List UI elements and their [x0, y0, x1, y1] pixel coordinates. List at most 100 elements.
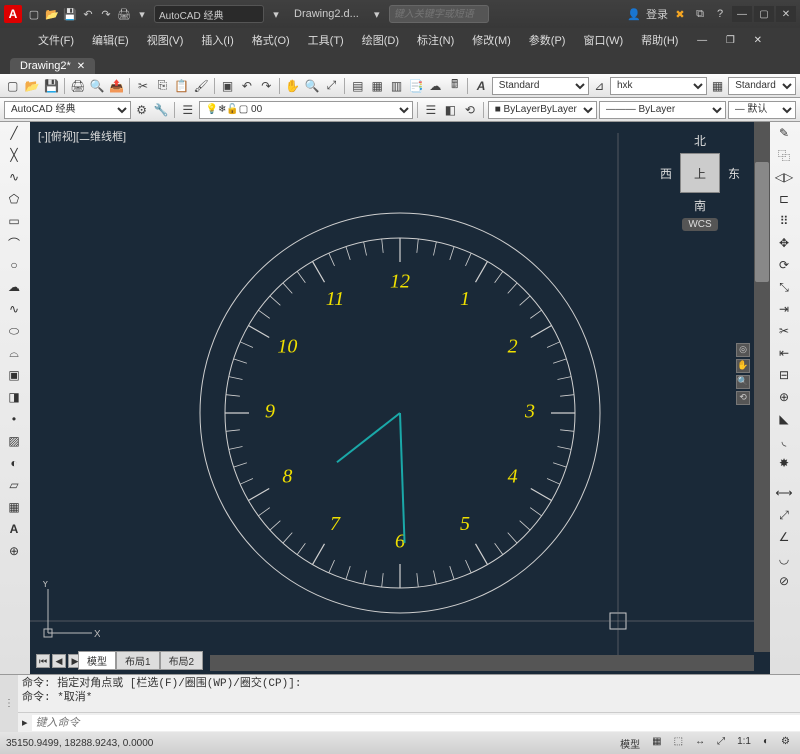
nav-wheel-icon[interactable]: ◎ — [736, 343, 750, 357]
markup-icon[interactable]: ☁ — [427, 77, 444, 95]
arc-icon[interactable]: ⌒ — [0, 232, 28, 254]
layer-prop-icon[interactable]: ☰ — [179, 101, 197, 119]
paste-icon[interactable]: 📋 — [173, 77, 190, 95]
help-icon[interactable]: ? — [712, 6, 728, 22]
app-logo[interactable]: A — [4, 5, 22, 23]
cloud-icon[interactable]: ⧉ — [692, 6, 708, 22]
save-icon[interactable]: 💾 — [43, 77, 60, 95]
calc-icon[interactable]: 🖩 — [446, 77, 463, 95]
addselected-icon[interactable]: ⊕ — [0, 540, 28, 562]
login-label[interactable]: 登录 — [646, 6, 668, 22]
block-insert-icon[interactable]: ▣ — [0, 364, 28, 386]
mdi-close[interactable]: ✕ — [746, 33, 770, 48]
zoom-icon[interactable]: 🔍 — [303, 77, 320, 95]
nav-pan-icon[interactable]: ✋ — [736, 359, 750, 373]
menu-format[interactable]: 格式(O) — [244, 30, 298, 50]
zoom-window-icon[interactable]: ⤢ — [323, 77, 340, 95]
array-icon[interactable]: ⠿ — [770, 210, 798, 232]
workspace-save-icon[interactable]: 🔧 — [152, 101, 170, 119]
mdi-restore[interactable]: ❐ — [718, 33, 743, 48]
color-dropdown[interactable]: ■ ByLayerByLayer — [488, 101, 597, 119]
close-tab-icon[interactable]: ✕ — [77, 61, 85, 72]
user-icon[interactable]: 👤 — [626, 6, 642, 22]
command-input[interactable] — [32, 715, 800, 731]
offset-icon[interactable]: ⊏ — [770, 188, 798, 210]
doc-dropdown-arrow[interactable]: ▾ — [369, 6, 385, 22]
polyline-icon[interactable]: ∿ — [0, 166, 28, 188]
view-label[interactable]: [-][俯视][二维线框] — [38, 128, 126, 144]
move-icon[interactable]: ✥ — [770, 232, 798, 254]
rotate-icon[interactable]: ⟳ — [770, 254, 798, 276]
mdi-minimize[interactable]: — — [689, 33, 715, 48]
menu-view[interactable]: 视图(V) — [139, 30, 192, 50]
break-icon[interactable]: ⊟ — [770, 364, 798, 386]
dim-diameter-icon[interactable]: ⊘ — [770, 570, 798, 592]
stretch-icon[interactable]: ⇥ — [770, 298, 798, 320]
status-polar-icon[interactable]: ⤢ — [713, 736, 729, 751]
gear-icon[interactable]: ⚙ — [133, 101, 151, 119]
dim-icon[interactable]: ⊿ — [591, 77, 608, 95]
menu-insert[interactable]: 插入(I) — [193, 30, 241, 50]
print-icon[interactable]: 🖨 — [116, 6, 132, 22]
dim-aligned-icon[interactable]: ⤢ — [770, 504, 798, 526]
mirror-icon[interactable]: ◁▷ — [770, 166, 798, 188]
status-model[interactable]: 模型 — [616, 736, 644, 751]
spline-icon[interactable]: ∿ — [0, 298, 28, 320]
layout-first-icon[interactable]: ⏮ — [36, 654, 50, 668]
viewcube-north[interactable]: 北 — [660, 132, 740, 149]
status-ortho-icon[interactable]: ↔ — [691, 736, 709, 751]
erase-icon[interactable]: ✎ — [770, 122, 798, 144]
menu-dimension[interactable]: 标注(N) — [409, 30, 462, 50]
viewcube-top-face[interactable]: 上 — [680, 153, 720, 193]
status-settings-icon[interactable]: ⚙ — [777, 736, 794, 751]
menu-modify[interactable]: 修改(M) — [464, 30, 519, 50]
layer-prev-icon[interactable]: ⟲ — [461, 101, 479, 119]
layout-tab-2[interactable]: 布局2 — [160, 651, 204, 670]
menu-file[interactable]: 文件(F) — [30, 30, 82, 50]
design-center-icon[interactable]: ▦ — [368, 77, 385, 95]
status-grid-icon[interactable]: ▦ — [648, 736, 665, 751]
layout-prev-icon[interactable]: ◀ — [52, 654, 66, 668]
join-icon[interactable]: ⊕ — [770, 386, 798, 408]
status-anno-icon[interactable]: ◐ — [759, 736, 773, 751]
minimize-button[interactable]: — — [732, 6, 752, 22]
dim-angular-icon[interactable]: ∠ — [770, 526, 798, 548]
coordinates[interactable]: 35150.9499, 18288.9243, 0.0000 — [6, 738, 153, 749]
polygon-icon[interactable]: ⬠ — [0, 188, 28, 210]
ellipse-icon[interactable]: ⬭ — [0, 320, 28, 342]
chevron-down-icon[interactable]: ▾ — [134, 6, 150, 22]
menu-draw[interactable]: 绘图(D) — [354, 30, 407, 50]
mtext-icon[interactable]: A — [0, 518, 28, 540]
rectangle-icon[interactable]: ▭ — [0, 210, 28, 232]
fillet-icon[interactable]: ◟ — [770, 430, 798, 452]
undo-icon[interactable]: ↶ — [238, 77, 255, 95]
scale-icon[interactable]: ⤡ — [770, 276, 798, 298]
drawing-area[interactable]: [-][俯视][二维线框] 121234567891011 北 西 上 东 南 … — [30, 122, 770, 674]
layer-iso-icon[interactable]: ◧ — [442, 101, 460, 119]
region-icon[interactable]: ▱ — [0, 474, 28, 496]
document-tab[interactable]: Drawing2* ✕ — [10, 58, 95, 74]
copy-icon[interactable]: ⎘ — [154, 77, 171, 95]
menu-edit[interactable]: 编辑(E) — [84, 30, 137, 50]
status-scale[interactable]: 1:1 — [733, 736, 755, 751]
menu-tools[interactable]: 工具(T) — [300, 30, 352, 50]
properties-icon[interactable]: ▤ — [349, 77, 366, 95]
nav-orbit-icon[interactable]: ⟲ — [736, 391, 750, 405]
explode-icon[interactable]: ✸ — [770, 452, 798, 474]
table-icon[interactable]: ▦ — [0, 496, 28, 518]
table-style-dropdown[interactable]: Standard — [728, 77, 796, 95]
layout-tab-1[interactable]: 布局1 — [116, 651, 160, 670]
help-search-input[interactable] — [389, 5, 489, 23]
menu-help[interactable]: 帮助(H) — [633, 30, 686, 50]
block-make-icon[interactable]: ◨ — [0, 386, 28, 408]
pan-icon[interactable]: ✋ — [284, 77, 301, 95]
viewcube-south[interactable]: 南 — [660, 197, 740, 214]
copy-obj-icon[interactable]: ⿻ — [770, 144, 798, 166]
linetype-dropdown[interactable]: ——— ByLayer — [599, 101, 726, 119]
layer-dropdown[interactable]: 💡❄🔓▢ 00 — [199, 101, 414, 119]
menu-window[interactable]: 窗口(W) — [575, 30, 631, 50]
workspace-dropdown[interactable] — [154, 5, 264, 23]
workspace-select[interactable]: AutoCAD 经典 — [4, 101, 131, 119]
maximize-button[interactable]: ▢ — [754, 6, 774, 22]
menu-parametric[interactable]: 参数(P) — [521, 30, 574, 50]
